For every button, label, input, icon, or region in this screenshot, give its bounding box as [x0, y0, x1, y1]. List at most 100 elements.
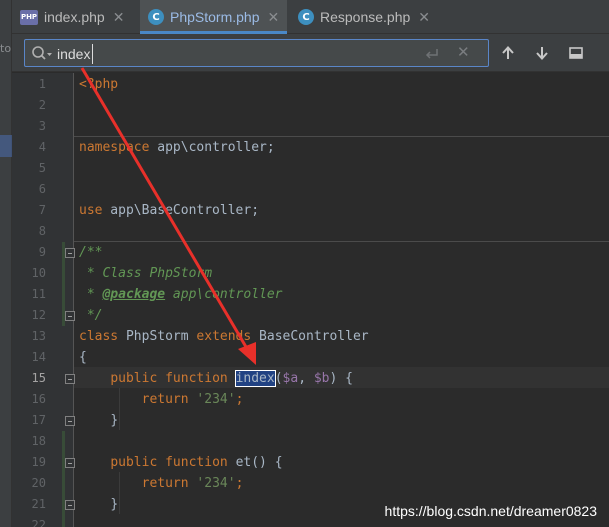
line-number-gutter[interactable]: 1 2 3 4 5 6 7 8 9 10 11 12 13 14 15 16 1…: [12, 73, 75, 527]
enter-arrow-icon[interactable]: [423, 45, 441, 63]
tab-index-php[interactable]: PHP index.php ✕: [20, 0, 124, 34]
code-editor[interactable]: 1 2 3 4 5 6 7 8 9 10 11 12 13 14 15 16 1…: [12, 73, 609, 527]
line-number: 21: [31, 497, 46, 511]
semicolon: ;: [235, 476, 244, 491]
code-line-11[interactable]: * @package app\controller: [79, 284, 283, 305]
tab-response-php[interactable]: C Response.php ✕: [290, 0, 438, 34]
code-line-12[interactable]: */: [79, 305, 103, 326]
param-a: $a: [282, 371, 299, 386]
project-panel-selection: [0, 135, 12, 157]
line-number: 8: [38, 224, 46, 238]
fold-collapse-icon[interactable]: [65, 458, 75, 468]
public-keyword: public: [110, 455, 158, 470]
comma: ,: [298, 371, 314, 386]
line-number: 3: [38, 119, 46, 133]
code-line-9[interactable]: /**: [79, 242, 102, 263]
brace-close: }: [110, 413, 119, 428]
doc-package-tag: @package: [102, 287, 166, 302]
line-number: 9: [38, 245, 46, 259]
line-number: 17: [31, 413, 46, 427]
search-match-highlight[interactable]: index: [234, 370, 276, 387]
code-line-20[interactable]: return '234';: [79, 473, 244, 494]
paren: (: [274, 371, 283, 386]
function-keyword: function: [157, 371, 236, 386]
fold-collapse-icon[interactable]: [65, 416, 75, 426]
param-b: $b: [313, 371, 330, 386]
select-all-occurrences-button[interactable]: [565, 42, 587, 64]
clear-icon[interactable]: ✕: [457, 43, 470, 61]
find-bar: index ✕: [12, 34, 609, 72]
close-icon[interactable]: ✕: [268, 9, 280, 26]
code-line-15[interactable]: public function index($a, $b) {: [79, 368, 353, 389]
use-value: app\BaseController;: [102, 203, 260, 218]
code-line-7[interactable]: use app\BaseController;: [79, 200, 259, 221]
code-line-17[interactable]: }: [79, 410, 118, 431]
code-line-4[interactable]: namespace app\controller;: [79, 137, 275, 158]
line-number: 16: [31, 392, 46, 406]
php-open-tag-lt: <: [79, 77, 87, 92]
paren-close: ) {: [329, 371, 353, 386]
line-number: 10: [31, 266, 46, 280]
line-number: 1: [38, 77, 46, 91]
code-line-1[interactable]: <?php: [79, 74, 118, 95]
use-keyword: use: [79, 203, 103, 218]
line-number: 20: [31, 476, 46, 490]
code-line-10[interactable]: * Class PhpStorm: [79, 263, 212, 284]
semicolon: ;: [235, 392, 244, 407]
previous-occurrence-button[interactable]: [497, 42, 519, 64]
code-line-19[interactable]: public function et() {: [79, 452, 283, 473]
namespace-value: app\controller;: [149, 140, 275, 155]
line-number-current: 15: [31, 371, 46, 385]
code-line-16[interactable]: return '234';: [79, 389, 244, 410]
line-number: 6: [38, 182, 46, 196]
search-query-text[interactable]: index: [57, 44, 94, 64]
class-c-icon: C: [298, 9, 314, 25]
project-panel-edge[interactable]: to: [0, 0, 12, 527]
fold-collapse-icon[interactable]: [65, 374, 75, 384]
line-number: 18: [31, 434, 46, 448]
line-number: 4: [38, 140, 46, 154]
doc-star: *: [79, 287, 103, 302]
search-input[interactable]: index ✕: [24, 39, 489, 67]
return-keyword: return: [141, 476, 189, 491]
project-panel-clipped-label: to: [0, 42, 12, 55]
close-icon[interactable]: ✕: [113, 9, 125, 26]
line-number: 13: [31, 329, 46, 343]
search-icon[interactable]: [31, 45, 53, 63]
tab-phpstorm-php[interactable]: C PhpStorm.php ✕: [140, 0, 288, 34]
string-literal: '234': [188, 392, 236, 407]
class-c-icon: C: [148, 9, 164, 25]
paren: () {: [251, 455, 283, 470]
line-number: 22: [31, 518, 46, 527]
line-number: 2: [38, 98, 46, 112]
code-line-21[interactable]: }: [79, 494, 118, 515]
arrow-up-icon: [502, 46, 514, 59]
code-line-13[interactable]: class PhpStorm extends BaseController: [79, 326, 369, 347]
parent-class-name: BaseController: [251, 329, 369, 344]
line-number: 7: [38, 203, 46, 217]
line-number: 14: [31, 350, 46, 364]
window-icon: [569, 47, 583, 59]
vcs-change-marker[interactable]: [62, 431, 65, 527]
fold-collapse-icon[interactable]: [65, 248, 75, 258]
code-line-14[interactable]: {: [79, 347, 87, 368]
next-occurrence-button[interactable]: [531, 42, 553, 64]
public-keyword: public: [110, 371, 158, 386]
class-name: PhpStorm: [118, 329, 197, 344]
return-keyword: return: [141, 392, 189, 407]
close-icon[interactable]: ✕: [418, 9, 430, 26]
namespace-keyword: namespace: [79, 140, 150, 155]
class-keyword: class: [79, 329, 119, 344]
fold-collapse-icon[interactable]: [65, 311, 75, 321]
function-keyword: function: [157, 455, 236, 470]
fold-collapse-icon[interactable]: [65, 500, 75, 510]
line-number: 11: [31, 287, 46, 301]
arrow-down-icon: [536, 47, 548, 60]
watermark-text: https://blog.csdn.net/dreamer0823: [384, 503, 597, 519]
string-literal: '234': [188, 476, 236, 491]
